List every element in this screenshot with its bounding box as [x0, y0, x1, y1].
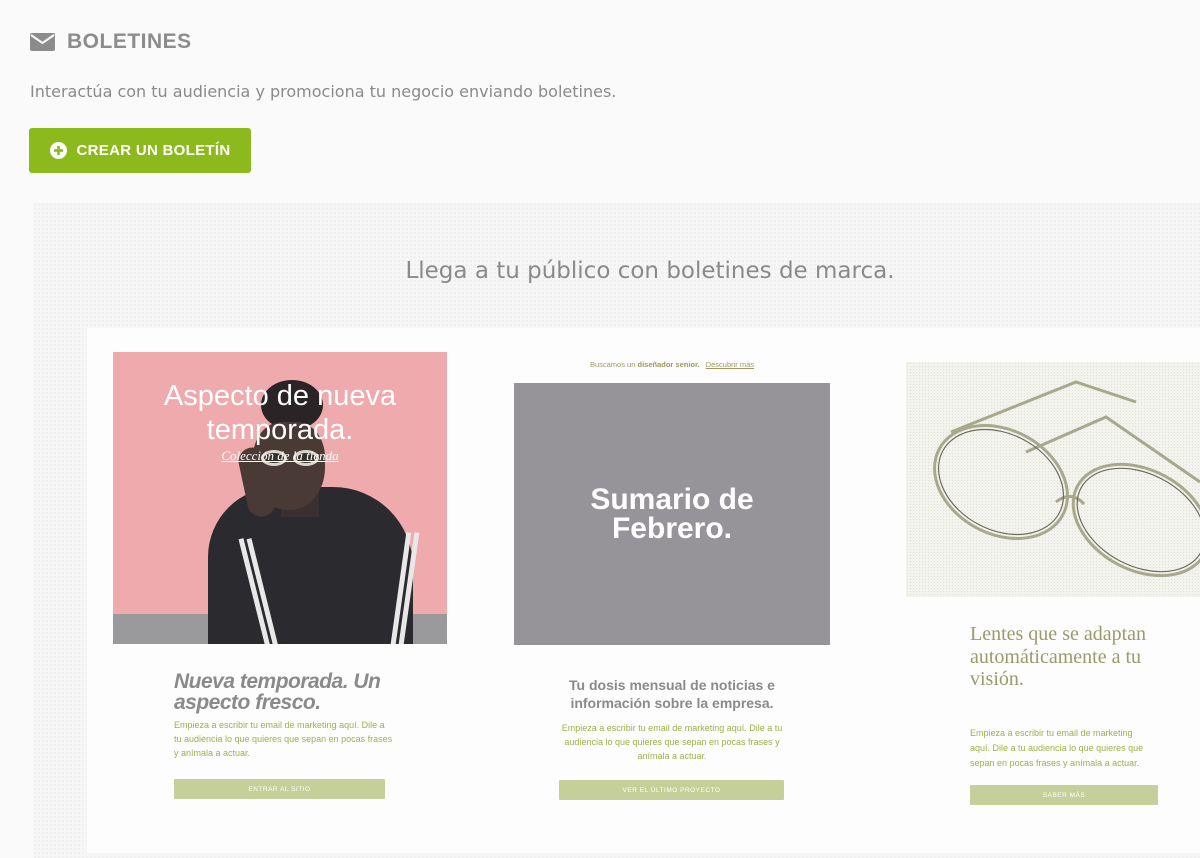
template-3-title: Lentes que se adaptan automáticamente a … — [970, 623, 1147, 690]
page-title: BOLETINES — [67, 30, 192, 53]
template-1-image-headline: Aspecto de nueva temporada. — [163, 380, 397, 446]
page-header: BOLETINES — [30, 30, 192, 54]
create-newsletter-label: CREAR UN BOLETÍN — [76, 142, 231, 159]
template-2-topline-link[interactable]: Descubrir más — [706, 360, 754, 369]
template-2-button[interactable]: VER EL ÚLTIMO PROYECTO — [559, 780, 784, 800]
create-newsletter-button[interactable]: CREAR UN BOLETÍN — [29, 128, 251, 173]
template-2-body: Empieza a escribir tu email de marketing… — [561, 723, 783, 761]
template-1-title: Nueva temporada. Un aspecto fresco. — [174, 670, 381, 714]
eyeglasses-icon — [933, 380, 1200, 578]
template-2-topline: Buscamos un diseñador senior. Descubrir … — [508, 356, 836, 374]
plus-circle-icon — [49, 142, 67, 159]
showcase-tagline: Llega a tu público con boletines de marc… — [405, 258, 895, 284]
template-3-body: Empieza a escribir tu email de marketing… — [970, 728, 1144, 768]
template-2-topline-text: Buscamos un — [589, 360, 636, 369]
template-3-image[interactable] — [906, 362, 1200, 597]
template-2-title: Tu dosis mensual de noticias e informaci… — [569, 677, 775, 711]
template-2-image[interactable]: Sumario de Febrero. — [514, 383, 830, 645]
template-2-topline-bold: diseñador senior. — [637, 360, 700, 369]
envelope-icon — [30, 33, 55, 51]
template-1-button[interactable]: ENTRAR AL SITIO — [174, 779, 385, 799]
template-3-button[interactable]: SABER MÁS — [970, 785, 1158, 805]
page-description: Interactúa con tu audiencia y promociona… — [30, 82, 617, 101]
template-2-image-headline: Sumario de Febrero. — [590, 483, 754, 545]
template-1-body: Empieza a escribir tu email de marketing… — [174, 720, 393, 758]
template-1-image[interactable]: Aspecto de nueva temporada. Colección de… — [113, 352, 447, 644]
template-1-image-subtitle: Colección de la tienda — [221, 448, 339, 463]
